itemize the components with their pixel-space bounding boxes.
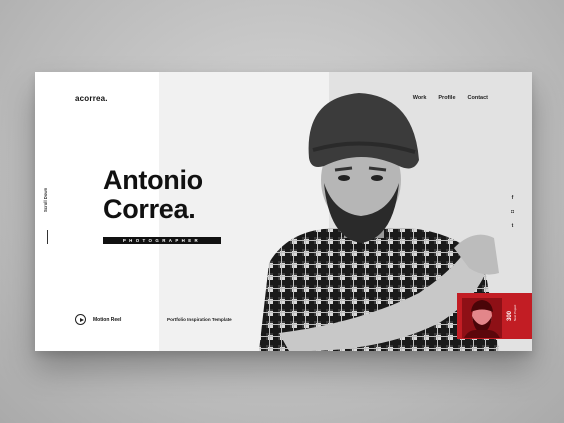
motion-reel-label: Motion Reel (93, 316, 122, 323)
facebook-icon[interactable]: f (509, 194, 516, 201)
play-icon (75, 314, 86, 325)
thumbnail-caption: 300 Next Project (507, 305, 517, 321)
hero-name: Antonio Correa. (103, 166, 203, 224)
instagram-icon[interactable]: ◘ (509, 208, 516, 215)
thumbnail-subtitle: Next Project (513, 304, 517, 321)
social-links: f ◘ t (509, 194, 516, 229)
scroll-down-indicator[interactable]: Scroll Down (41, 187, 71, 244)
scroll-line (47, 230, 48, 244)
motion-reel-button[interactable]: Motion Reel (75, 314, 121, 325)
thumbnail-photo (462, 298, 502, 338)
next-project-thumbnail[interactable]: 300 Next Project (457, 293, 532, 339)
logo[interactable]: acorrea. (75, 94, 108, 103)
name-first: Antonio (103, 165, 203, 195)
portfolio-card: acorrea. Work Profile Contact Scroll Dow… (35, 72, 532, 351)
scroll-down-label: Scroll Down (43, 187, 48, 212)
template-caption: Portfolio Inspiration Template (167, 317, 232, 322)
role-badge: PHOTOGRAPHER (103, 237, 221, 244)
name-last: Correa. (103, 194, 196, 224)
twitter-icon[interactable]: t (509, 222, 516, 229)
